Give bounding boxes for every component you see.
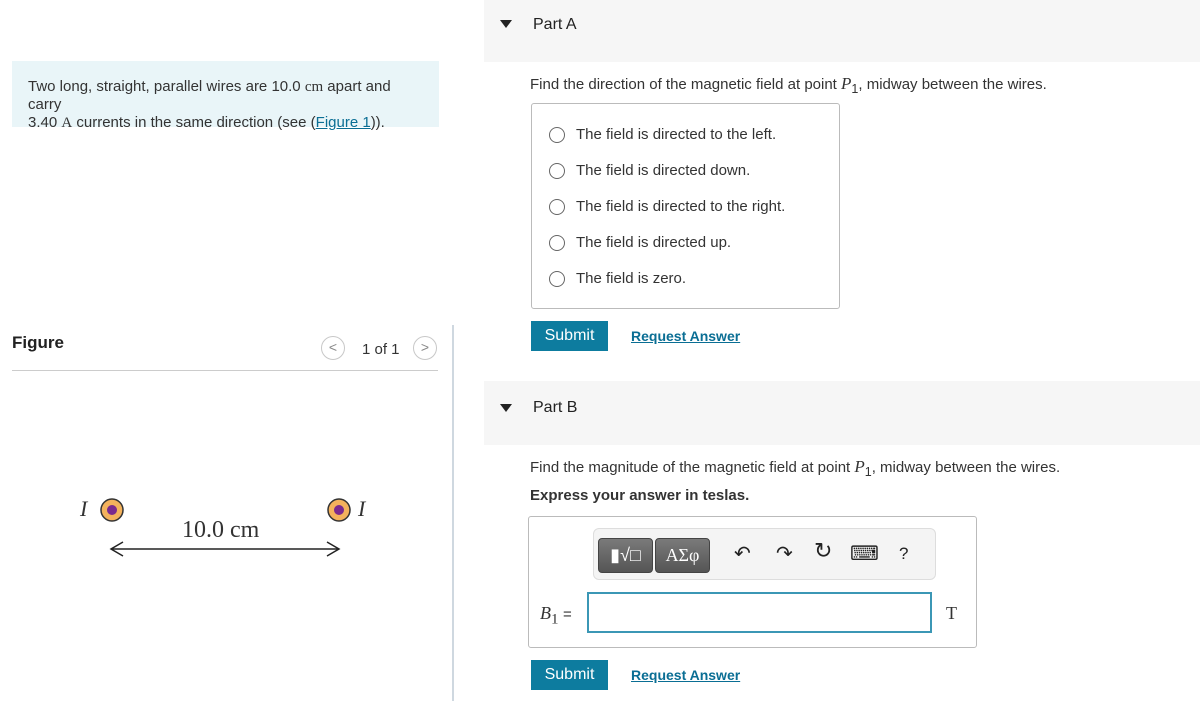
option-label: The field is zero. xyxy=(576,270,687,287)
keyboard-icon[interactable]: ⌨ xyxy=(850,541,879,566)
option-label: The field is directed to the right. xyxy=(576,198,786,215)
question-text: Find the magnitude of the magnetic field… xyxy=(530,459,855,476)
wire-right-dot xyxy=(334,505,344,515)
part-a-request-answer-link[interactable]: Request Answer xyxy=(631,328,740,344)
part-b-request-answer-link[interactable]: Request Answer xyxy=(631,667,740,683)
math-toolbar: ▮√□ ΑΣφ ↶ ↷ ↻ ⌨ ? xyxy=(593,528,936,580)
panel-divider xyxy=(452,325,454,701)
part-b-title: Part B xyxy=(533,399,578,416)
variable-label: B1 = xyxy=(540,603,572,629)
divider xyxy=(12,370,438,371)
templates-button[interactable]: ▮√□ xyxy=(598,538,653,573)
part-a-question: Find the direction of the magnetic field… xyxy=(530,74,1047,96)
part-a-submit-button[interactable]: Submit xyxy=(531,321,608,351)
unit-label: T xyxy=(946,603,957,623)
part-b-submit-button[interactable]: Submit xyxy=(531,660,608,690)
option-down[interactable]: The field is directed down. xyxy=(549,162,750,179)
option-left[interactable]: The field is directed to the left. xyxy=(549,126,776,143)
point-label: P xyxy=(841,74,852,93)
radio[interactable] xyxy=(549,126,565,143)
radio[interactable] xyxy=(549,198,565,215)
unit-cm: cm xyxy=(304,79,324,95)
figure-diagram: I I 10.0 cm xyxy=(0,470,452,570)
prev-figure-button[interactable]: < xyxy=(321,336,345,360)
option-right[interactable]: The field is directed to the right. xyxy=(549,198,785,215)
help-icon[interactable]: ? xyxy=(899,544,908,564)
next-figure-button[interactable]: > xyxy=(413,336,437,360)
part-a-title: Part A xyxy=(533,16,577,33)
option-label: The field is directed up. xyxy=(576,234,732,251)
point-subscript: 1 xyxy=(864,465,872,479)
radio[interactable] xyxy=(549,234,565,251)
question-text: , midway between the wires. xyxy=(858,76,1047,93)
current-label-left: I xyxy=(80,496,88,521)
distance-label: 10.0 cm xyxy=(182,517,260,543)
answer-input[interactable] xyxy=(587,592,932,633)
current-value: 3.40 xyxy=(28,114,62,131)
option-zero[interactable]: The field is zero. xyxy=(549,270,686,287)
option-label: The field is directed down. xyxy=(576,162,751,179)
radio[interactable] xyxy=(549,270,565,287)
figure-link[interactable]: Figure 1 xyxy=(316,114,371,131)
variable: B xyxy=(540,603,551,623)
equals-sign: = xyxy=(563,606,572,623)
problem-text: )). xyxy=(370,114,385,131)
collapse-icon[interactable] xyxy=(500,20,512,28)
figure-heading: Figure xyxy=(12,333,64,352)
option-label: The field is directed to the left. xyxy=(576,126,777,143)
figure-counter: 1 of 1 xyxy=(362,341,400,358)
option-up[interactable]: The field is directed up. xyxy=(549,234,731,251)
point-label: P xyxy=(854,457,865,476)
wire-left-dot xyxy=(107,505,117,515)
question-text: , midway between the wires. xyxy=(871,459,1061,476)
part-b-instruction: Express your answer in teslas. xyxy=(530,487,750,504)
radio[interactable] xyxy=(549,162,565,179)
part-b-question: Find the magnitude of the magnetic field… xyxy=(530,457,1060,479)
collapse-icon[interactable] xyxy=(500,404,512,412)
greek-symbols-button[interactable]: ΑΣφ xyxy=(655,538,710,573)
part-b-header[interactable] xyxy=(484,381,1200,445)
undo-icon[interactable]: ↶ xyxy=(734,541,751,566)
reset-icon[interactable]: ↻ xyxy=(814,538,832,564)
current-label-right: I xyxy=(358,496,366,521)
options-group: The field is directed to the left. The f… xyxy=(531,103,840,309)
question-text: Find the direction of the magnetic field… xyxy=(530,76,842,93)
problem-statement: Two long, straight, parallel wires are 1… xyxy=(12,61,439,131)
unit-a: A xyxy=(61,115,73,131)
part-a-header[interactable] xyxy=(484,0,1200,62)
redo-icon[interactable]: ↷ xyxy=(776,541,793,566)
problem-text: Two long, straight, parallel wires are 1… xyxy=(28,78,305,95)
problem-text: currents in the same direction (see ( xyxy=(72,114,316,131)
variable-subscript: 1 xyxy=(551,611,559,628)
